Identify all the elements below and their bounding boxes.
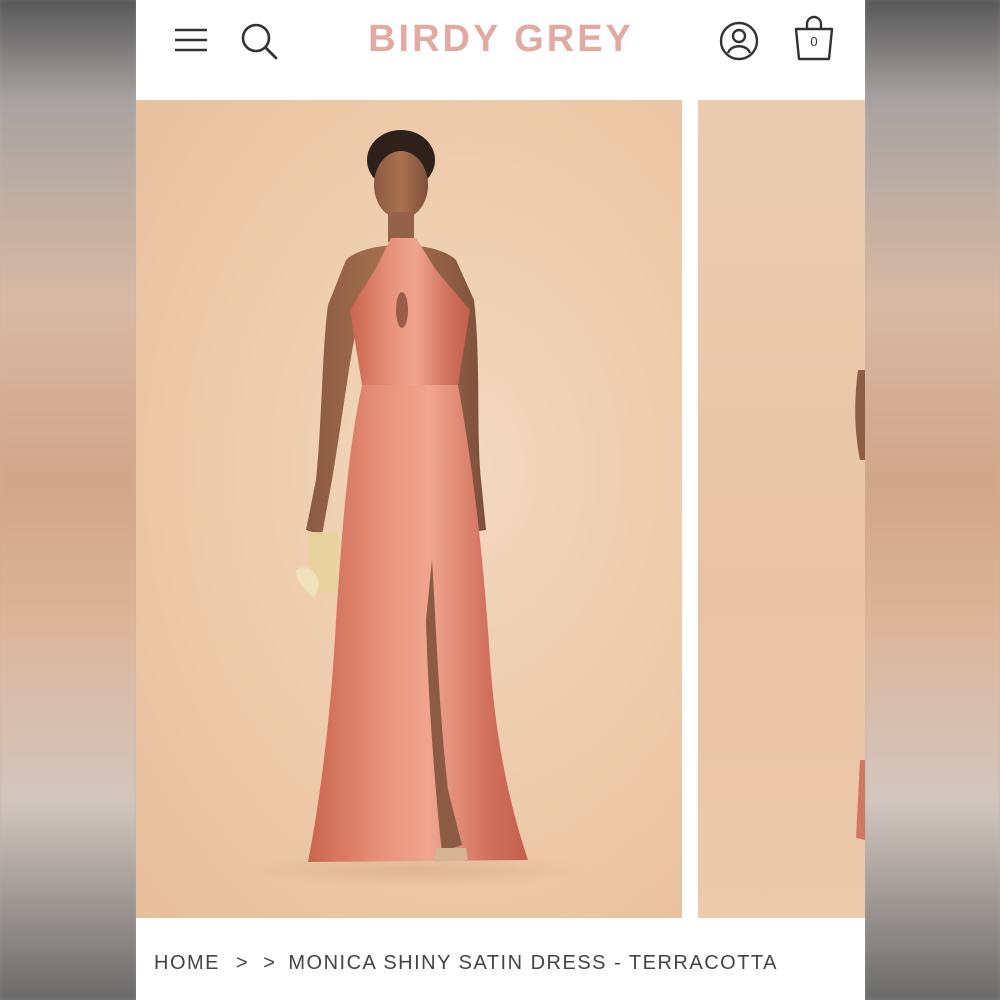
user-account-icon	[719, 21, 759, 61]
account-button[interactable]	[716, 18, 762, 64]
cart-count-badge: 0	[810, 34, 818, 49]
mobile-page: BIRDY GREY 0 HOME > > MONICA SHINY SATIN…	[136, 0, 865, 1000]
breadcrumb-current-page: MONICA SHINY SATIN DRESS - TERRACOTTA	[288, 951, 779, 974]
breadcrumb: HOME > > MONICA SHINY SATIN DRESS - TERR…	[154, 948, 778, 978]
hamburger-menu-icon	[175, 28, 207, 52]
dress-model-illustration-partial	[855, 370, 865, 840]
search-icon	[241, 23, 278, 60]
breadcrumb-separator: >	[263, 951, 277, 974]
search-button[interactable]	[236, 18, 282, 64]
blurred-background-right	[865, 0, 1000, 1000]
product-image-carousel[interactable]	[136, 98, 865, 920]
cart-button[interactable]: 0	[790, 12, 838, 64]
site-header: BIRDY GREY 0	[136, 0, 865, 98]
breadcrumb-home-link[interactable]: HOME	[154, 952, 220, 975]
blurred-background-left	[0, 0, 136, 1000]
dress-model-illustration	[246, 130, 586, 888]
product-image-main[interactable]	[136, 100, 682, 918]
product-image-next-peek[interactable]	[698, 100, 865, 918]
brand-logo[interactable]: BIRDY GREY	[336, 16, 666, 62]
breadcrumb-separator: >	[236, 951, 250, 974]
photo-frame: BIRDY GREY 0 HOME > > MONICA SHINY SATIN…	[0, 0, 1000, 1000]
menu-button[interactable]	[170, 20, 212, 60]
